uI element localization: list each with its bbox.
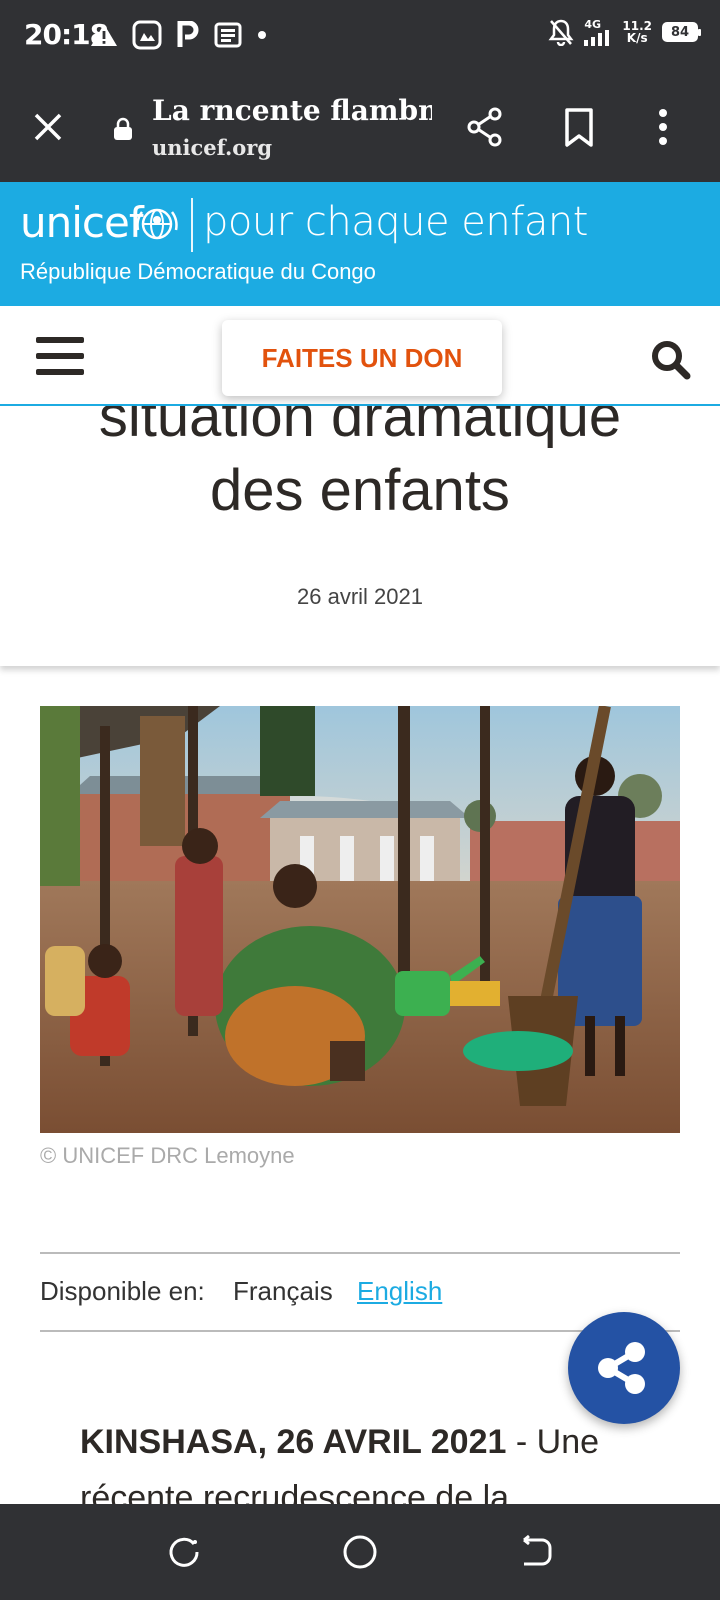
unicef-globe-icon: [134, 204, 180, 244]
net-speed: 11.2 K/s: [622, 20, 652, 44]
publication-date: 26 avril 2021: [297, 584, 423, 609]
donate-button[interactable]: FAITES UN DON: [222, 320, 502, 396]
share-fab-button[interactable]: [568, 1312, 680, 1424]
status-right-icons: 4G 11.2 K/s 84: [548, 18, 701, 46]
status-left-icons: [90, 20, 268, 50]
url-domain[interactable]: unicef.org: [152, 135, 272, 160]
headline-line-1: situation dramatique: [98, 406, 622, 449]
bookmark-icon[interactable]: [556, 104, 602, 150]
photo-caption: © UNICEF DRC Lemoyne: [40, 1143, 295, 1168]
divider: [40, 1252, 680, 1254]
unicef-banner: unicef pour chaque enfant République Dém…: [0, 182, 720, 306]
network-type: 4G: [584, 17, 602, 31]
article-photo: [40, 706, 680, 1133]
back-icon[interactable]: [516, 1532, 556, 1572]
banner-tagline: pour chaque enfant: [203, 199, 588, 245]
language-current: Français: [233, 1276, 333, 1306]
system-nav-bar: [0, 1504, 720, 1600]
news-icon: [214, 22, 242, 48]
page-title[interactable]: La rncente flambne...: [152, 94, 432, 127]
close-icon[interactable]: [26, 105, 70, 149]
recents-icon[interactable]: [164, 1532, 204, 1572]
article-dateline: KINSHASA, 26 AVRIL 2021: [80, 1423, 507, 1461]
share-icon[interactable]: [462, 104, 508, 150]
share-icon: [598, 1342, 645, 1394]
parking-icon: [176, 21, 200, 49]
menu-icon[interactable]: [36, 337, 84, 377]
language-link-english[interactable]: English: [357, 1276, 442, 1307]
headline-line-2: des enfants: [210, 458, 510, 523]
site-nav-bar: FAITES UN DON: [0, 306, 720, 406]
net-speed-unit: K/s: [626, 31, 648, 45]
banner-country: République Démocratique du Congo: [20, 259, 376, 284]
unicef-logo[interactable]: unicef: [20, 198, 144, 247]
dot-icon: [256, 29, 268, 41]
warning-icon: [90, 22, 118, 48]
article-header: situation dramatique des enfants 26 avri…: [0, 406, 720, 666]
banner-divider: [191, 198, 193, 252]
language-label: Disponible en:: [40, 1276, 205, 1306]
status-bar: 20:18 4G 11.2 K/s 84: [0, 0, 720, 72]
home-icon[interactable]: [340, 1532, 380, 1572]
mute-icon: [548, 18, 574, 46]
more-vert-icon[interactable]: [640, 104, 686, 150]
search-icon[interactable]: [650, 339, 692, 381]
photos-icon: [132, 20, 162, 50]
battery-icon: 84: [662, 22, 701, 42]
browser-toolbar: La rncente flambne... unicef.org: [0, 72, 720, 182]
signal-icon: 4G: [584, 19, 612, 46]
battery-level: 84: [670, 24, 690, 40]
lock-icon: [112, 117, 134, 141]
